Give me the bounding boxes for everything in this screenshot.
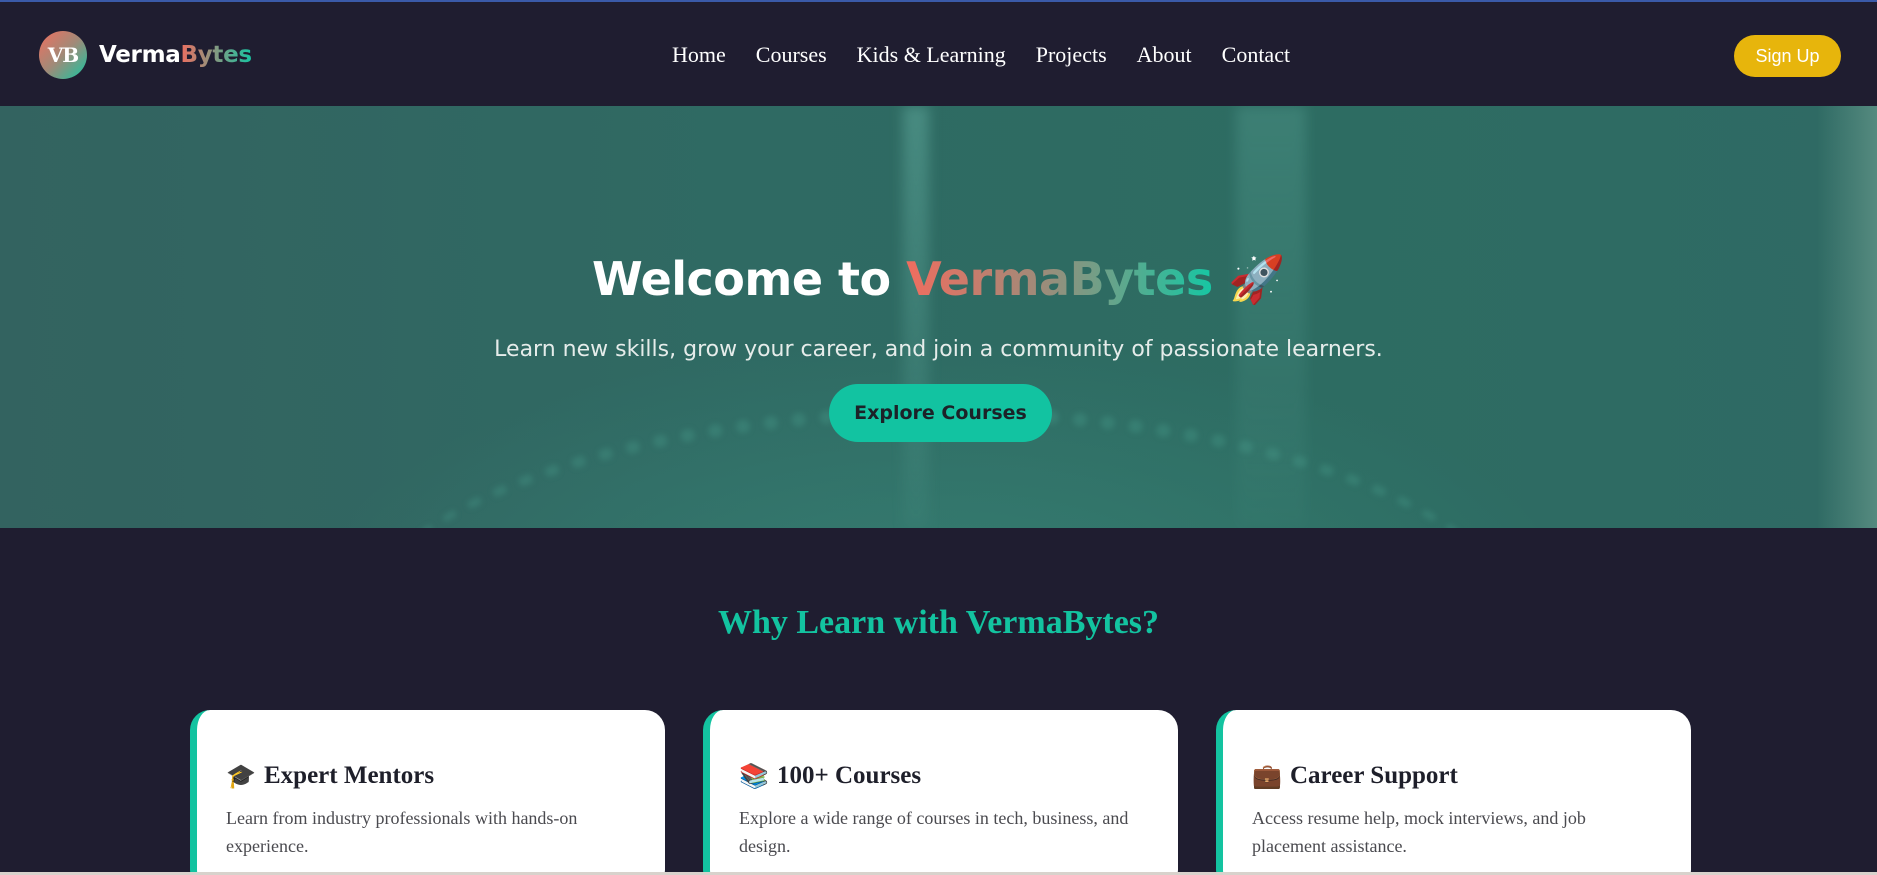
logo-badge: VB [39,31,87,79]
features-section-title: Why Learn with VermaBytes? [717,604,1160,641]
hero-subtitle: Learn new skills, grow your career, and … [494,337,1383,362]
logo-word-verma: Verma [99,42,181,68]
feature-card-expert-mentors: 🎓 Expert Mentors Learn from industry pro… [190,710,665,875]
hero-light-streak [903,106,929,528]
site-logo[interactable]: VB VermaBytes [39,31,252,79]
feature-card-title: Expert Mentors [264,762,435,789]
rocket-icon: 🚀 [1228,252,1286,306]
main-nav: Home Courses Kids & Learning Projects Ab… [672,40,1320,70]
sign-up-button[interactable]: Sign Up [1734,35,1841,77]
logo-text: VermaBytes [99,42,252,68]
feature-card-text: Explore a wide range of courses in tech,… [739,808,1129,856]
logo-word-bytes: Bytes [180,42,252,68]
nav-link-home[interactable]: Home [672,40,726,70]
feature-card-title: 100+ Courses [777,762,922,789]
nav-link-projects[interactable]: Projects [1036,40,1107,70]
graduation-cap-icon: 🎓 [226,762,256,790]
briefcase-icon: 💼 [1252,762,1282,790]
hero-title-prefix: Welcome to [591,252,907,306]
feature-card-text: Learn from industry professionals with h… [226,808,578,856]
hero-title: Welcome to VermaBytes 🚀 [0,252,1877,307]
feature-card-courses: 📚 100+ Courses Explore a wide range of c… [703,710,1178,875]
hero-right-edge-glow [1817,106,1877,528]
feature-card-title: Career Support [1290,762,1458,789]
nav-link-about[interactable]: About [1137,40,1192,70]
feature-card-career-support: 💼 Career Support Access resume help, moc… [1216,710,1691,875]
explore-courses-button[interactable]: Explore Courses [829,384,1052,442]
feature-card-text: Access resume help, mock interviews, and… [1252,808,1586,856]
nav-link-kids-learning[interactable]: Kids & Learning [857,40,1006,70]
hero-light-glow [1236,106,1306,528]
hero-title-brand: VermaBytes [906,252,1213,306]
nav-link-contact[interactable]: Contact [1222,40,1290,70]
nav-link-courses[interactable]: Courses [756,40,827,70]
books-icon: 📚 [739,762,769,790]
hero-section: Welcome to VermaBytes 🚀 Learn new skills… [0,106,1877,528]
navbar: VB VermaBytes Home Courses Kids & Learni… [0,2,1877,106]
